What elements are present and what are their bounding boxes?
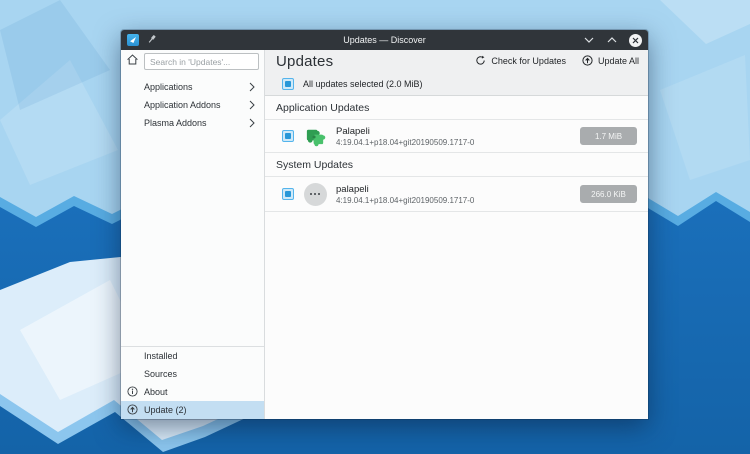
chevron-right-icon <box>249 118 255 130</box>
sidebar-item-sources[interactable]: Sources <box>121 365 264 383</box>
package-version: 4:19.04.1+p18.04+git20190509.1717-0 <box>336 195 475 205</box>
discover-window: Updates — Discover Search in 'Updates'..… <box>121 30 648 419</box>
package-name: palapeli <box>336 183 369 195</box>
sidebar-item-label: Plasma Addons <box>144 118 207 128</box>
update-row-palapeli-system[interactable]: palapeli 4:19.04.1+p18.04+git20190509.17… <box>265 177 648 211</box>
close-icon <box>628 33 642 47</box>
close-button[interactable] <box>628 33 642 47</box>
info-icon <box>127 386 138 399</box>
update-all-label: Update All <box>597 56 639 66</box>
check-for-updates-label: Check for Updates <box>491 56 566 66</box>
select-all-checkbox[interactable] <box>282 77 294 90</box>
row-checkbox[interactable] <box>282 188 294 200</box>
window-title: Updates — Discover <box>343 35 426 45</box>
update-icon <box>127 404 138 417</box>
sidebar-item-about[interactable]: About <box>121 383 264 401</box>
sidebar-item-label: About <box>144 387 168 397</box>
package-version: 4:19.04.1+p18.04+git20190509.1717-0 <box>336 137 475 147</box>
sidebar-item-installed[interactable]: Installed <box>121 347 264 365</box>
size-badge: 1.7 MiB <box>580 127 637 145</box>
chevron-right-icon <box>249 82 255 94</box>
section-system-updates: System Updates <box>265 153 648 176</box>
sidebar-item-label: Sources <box>144 369 178 379</box>
refresh-icon <box>475 55 486 68</box>
size-badge: 266.0 KiB <box>580 185 637 203</box>
check-for-updates-button[interactable]: Check for Updates <box>475 55 566 68</box>
update-row-palapeli-app[interactable]: Palapeli 4:19.04.1+p18.04+git20190509.17… <box>265 120 648 152</box>
summary-label: All updates selected (2.0 MiB) <box>303 78 423 89</box>
section-application-updates: Application Updates <box>265 96 648 119</box>
sidebar-item-application-addons[interactable]: Application Addons <box>121 96 264 114</box>
sidebar-item-label: Application Addons <box>144 100 221 110</box>
row-checkbox[interactable] <box>282 130 294 142</box>
sidebar-item-plasma-addons[interactable]: Plasma Addons <box>121 114 264 132</box>
update-all-button[interactable]: Update All <box>582 54 639 68</box>
sidebar-item-label: Applications <box>144 82 193 92</box>
main-content: Updates Check for Updates Update All All… <box>265 50 648 419</box>
package-name: Palapeli <box>336 125 370 137</box>
sidebar-item-applications[interactable]: Applications <box>121 78 264 96</box>
generic-package-icon <box>303 182 327 206</box>
empty-area <box>265 212 648 419</box>
home-icon[interactable] <box>126 53 139 71</box>
page-header: Updates Check for Updates Update All All… <box>265 50 648 95</box>
sidebar-item-label: Update (2) <box>144 405 187 415</box>
sidebar-item-update[interactable]: Update (2) <box>121 401 264 419</box>
titlebar[interactable]: Updates — Discover <box>121 30 648 50</box>
search-input[interactable] <box>144 53 259 70</box>
palapeli-puzzle-icon <box>303 124 327 148</box>
discover-app-icon <box>127 34 139 46</box>
update-all-icon <box>582 54 593 68</box>
sidebar: Applications Application Addons Plasma A… <box>121 50 265 419</box>
maximize-button[interactable] <box>605 33 619 47</box>
pin-icon[interactable] <box>147 31 157 49</box>
page-title: Updates <box>276 52 334 70</box>
all-updates-summary: All updates selected (2.0 MiB) <box>265 72 648 95</box>
sidebar-item-label: Installed <box>144 351 178 361</box>
minimize-button[interactable] <box>582 33 596 47</box>
chevron-right-icon <box>249 100 255 112</box>
